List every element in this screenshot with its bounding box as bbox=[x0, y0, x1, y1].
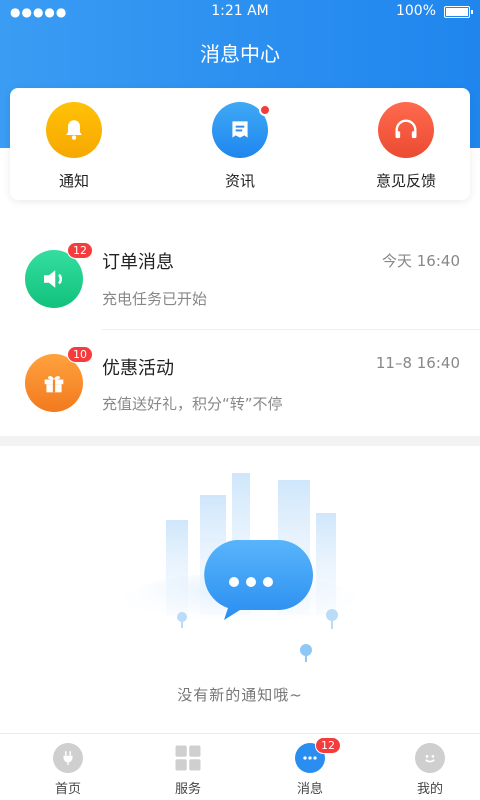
message-time: 11–8 16:40 bbox=[375, 354, 460, 372]
chat-icon: 12 bbox=[295, 737, 341, 773]
plug-icon bbox=[53, 743, 83, 773]
bottom-tab-bar: 首页 服务 12 消息 我的 bbox=[0, 733, 480, 800]
unread-count-badge: 12 bbox=[67, 242, 93, 259]
quick-action-news[interactable]: 资讯 bbox=[180, 102, 300, 191]
empty-state-text: 没有新的通知哦~ bbox=[177, 686, 303, 704]
empty-notification-illustration bbox=[120, 473, 360, 662]
bell-icon bbox=[46, 102, 102, 158]
quick-action-feedback[interactable]: 意见反馈 bbox=[346, 102, 466, 191]
gift-icon: 10 bbox=[25, 346, 93, 412]
message-item-order[interactable]: 12 订单消息 今天 16:40 充电任务已开始 bbox=[0, 228, 480, 333]
tab-home[interactable]: 首页 bbox=[8, 734, 128, 800]
tab-label: 我的 bbox=[416, 782, 443, 797]
speaker-icon: 12 bbox=[25, 242, 93, 308]
smile-icon bbox=[415, 743, 445, 773]
grid-icon bbox=[173, 743, 203, 773]
unread-count-badge: 10 bbox=[67, 346, 93, 363]
battery-percent: 100% bbox=[395, 3, 436, 19]
headset-icon bbox=[378, 102, 434, 158]
unread-dot bbox=[259, 104, 271, 116]
message-title: 订单消息 bbox=[102, 252, 174, 273]
tab-label: 首页 bbox=[54, 782, 81, 797]
tab-label: 消息 bbox=[296, 782, 323, 797]
news-icon bbox=[212, 102, 271, 158]
divider bbox=[102, 329, 480, 330]
message-title: 优惠活动 bbox=[102, 358, 174, 379]
tab-services[interactable]: 服务 bbox=[128, 734, 248, 800]
tab-label: 服务 bbox=[174, 782, 201, 797]
quick-action-label: 通知 bbox=[58, 172, 89, 190]
quick-actions-card: 通知 资讯 意见反馈 bbox=[10, 88, 470, 200]
tab-profile[interactable]: 我的 bbox=[370, 734, 480, 800]
message-preview: 充值送好礼，积分“转”不停 bbox=[102, 395, 283, 413]
quick-action-label: 意见反馈 bbox=[375, 172, 436, 190]
quick-action-label: 资讯 bbox=[224, 172, 255, 190]
section-separator bbox=[0, 436, 480, 446]
quick-action-notice[interactable]: 通知 bbox=[14, 102, 134, 191]
message-preview: 充电任务已开始 bbox=[102, 290, 208, 308]
battery-icon bbox=[444, 6, 473, 18]
tab-messages[interactable]: 12 消息 bbox=[250, 734, 370, 800]
message-time: 今天 16:40 bbox=[382, 252, 460, 270]
page-title: 消息中心 bbox=[200, 42, 280, 66]
status-bar: ●●●●● 1:21 AM 100% bbox=[0, 0, 480, 24]
message-item-promotion[interactable]: 10 优惠活动 11–8 16:40 充值送好礼，积分“转”不停 bbox=[0, 332, 480, 437]
unread-count-badge: 12 bbox=[315, 737, 341, 754]
